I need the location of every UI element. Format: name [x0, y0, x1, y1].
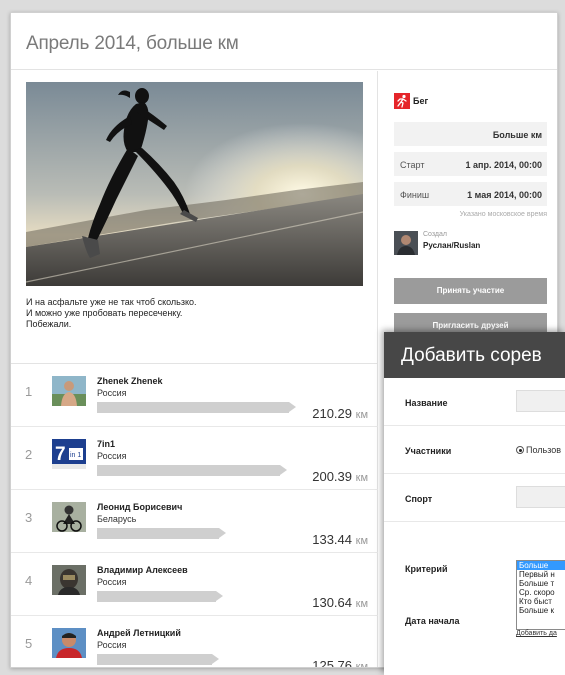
dialog-title: Добавить сорев [384, 332, 565, 378]
finish-value: 1 мая 2014, 00:00 [467, 190, 542, 200]
participant-distance: 200.39 км [312, 469, 368, 484]
participants-radio[interactable]: Пользов [516, 445, 561, 455]
name-row: Название [384, 378, 565, 426]
name-input[interactable] [516, 390, 565, 412]
participant-country: Россия [97, 388, 127, 398]
distance-bar [97, 654, 219, 665]
join-button[interactable]: Принять участие [394, 278, 547, 304]
criterion-value: Больше км [492, 130, 542, 140]
avatar[interactable] [52, 565, 86, 595]
participant-country: Россия [97, 640, 127, 650]
distance-bar [97, 528, 226, 539]
finish-box: Финиш 1 мая 2014, 00:00 [394, 182, 547, 206]
rank-position: 1 [25, 384, 33, 399]
distance-value: 125.76 [312, 658, 352, 668]
criterion-option[interactable]: Ср. скоро [517, 588, 565, 597]
participant-name[interactable]: 7in1 [97, 439, 115, 449]
participants-row: Участники Пользов [384, 426, 565, 474]
distance-value: 210.29 [312, 406, 352, 421]
avatar-sign-number: 7 [55, 444, 66, 465]
participant-country: Беларусь [97, 514, 137, 524]
avatar[interactable] [52, 628, 86, 658]
criterion-option[interactable]: Кто быст [517, 597, 565, 606]
distance-bar [97, 465, 287, 476]
runner-photo-image [26, 82, 363, 286]
finish-label: Финиш [400, 190, 430, 200]
distance-unit: км [355, 661, 368, 668]
start-box: Старт 1 апр. 2014, 00:00 [394, 152, 547, 176]
participant-distance: 130.64 км [312, 595, 368, 610]
add-competition-dialog: Добавить сорев Название Участники Пользо… [384, 332, 565, 675]
distance-bar [97, 591, 223, 602]
rank-position: 2 [25, 447, 33, 462]
running-icon [394, 93, 410, 109]
radio-selected-icon[interactable] [516, 446, 524, 454]
criterion-label: Критерий [405, 564, 448, 574]
timezone-note: Указано московское время [459, 211, 547, 218]
name-label: Название [405, 398, 448, 408]
distance-unit: км [355, 598, 368, 610]
distance-value: 130.64 [312, 595, 352, 610]
participant-distance: 125.76 км [312, 658, 368, 668]
rank-position: 5 [25, 636, 33, 651]
description-line: И можно уже пробовать пересеченку. [26, 308, 183, 318]
leaderboard: 1 Zhenek Zhenek Россия 210.29 км 2 7 in 1… [11, 363, 378, 668]
avatar[interactable] [52, 502, 86, 532]
leaderboard-row[interactable]: 3 Леонид Борисевич Беларусь 133.44 км [11, 490, 378, 553]
participant-name[interactable]: Андрей Летницкий [97, 628, 181, 638]
participant-name[interactable]: Леонид Борисевич [97, 502, 182, 512]
sport-label: Спорт [405, 494, 433, 504]
participants-label: Участники [405, 446, 452, 456]
participant-country: Россия [97, 451, 127, 461]
participant-name[interactable]: Владимир Алексеев [97, 565, 188, 575]
leaderboard-row[interactable]: 1 Zhenek Zhenek Россия 210.29 км [11, 364, 378, 427]
avatar[interactable]: 7 in 1 [52, 439, 86, 469]
criterion-option[interactable]: Больше т [517, 579, 565, 588]
avatar[interactable] [394, 231, 418, 255]
description-line: Побежали. [26, 319, 72, 329]
participant-name[interactable]: Zhenek Zhenek [97, 376, 163, 386]
participant-distance: 210.29 км [312, 406, 368, 421]
leaderboard-row[interactable]: 4 Владимир Алексеев Россия 130.64 км [11, 553, 378, 616]
event-description: И на асфальте уже не так чтоб скользко. … [26, 297, 366, 330]
participant-country: Россия [97, 577, 127, 587]
event-main-column: И на асфальте уже не так чтоб скользко. … [11, 71, 378, 668]
start-date-label: Дата начала [405, 616, 460, 626]
start-label: Старт [400, 160, 425, 170]
sport-label: Бег [413, 96, 429, 106]
avatar[interactable] [52, 376, 86, 406]
runner-photo [26, 82, 363, 286]
page-title: Апрель 2014, больше км [11, 13, 557, 70]
start-value: 1 апр. 2014, 00:00 [465, 160, 543, 170]
criterion-option[interactable]: Первый н [517, 570, 565, 579]
leaderboard-row[interactable]: 2 7 in 1 7in1 Россия 200.39 км [11, 427, 378, 490]
distance-bar [97, 402, 296, 413]
criterion-option[interactable]: Больше [517, 561, 565, 570]
sport-select[interactable] [516, 486, 565, 508]
distance-unit: км [355, 409, 368, 421]
leaderboard-row[interactable]: 5 Андрей Летницкий Россия 125.76 км [11, 616, 378, 668]
criterion-listbox[interactable]: Больше Первый н Больше т Ср. скоро Кто б… [516, 560, 565, 630]
distance-unit: км [355, 472, 368, 484]
add-date-link[interactable]: Добавить да [516, 630, 557, 637]
criterion-box: Больше км [394, 122, 547, 146]
distance-value: 200.39 [312, 469, 352, 484]
creator-name[interactable]: Руслан/Ruslan [423, 241, 480, 250]
creator-label: Создал [423, 231, 447, 238]
distance-unit: км [355, 535, 368, 547]
distance-value: 133.44 [312, 532, 352, 547]
sport-row: Спорт [384, 474, 565, 522]
criterion-option[interactable]: Больше к [517, 606, 565, 615]
participant-distance: 133.44 км [312, 532, 368, 547]
rank-position: 3 [25, 510, 33, 525]
participants-option: Пользов [526, 445, 562, 455]
sport-type: Бег [394, 93, 428, 109]
description-line: И на асфальте уже не так чтоб скользко. [26, 297, 197, 307]
rank-position: 4 [25, 573, 33, 588]
avatar-sign-text: in 1 [70, 452, 81, 459]
